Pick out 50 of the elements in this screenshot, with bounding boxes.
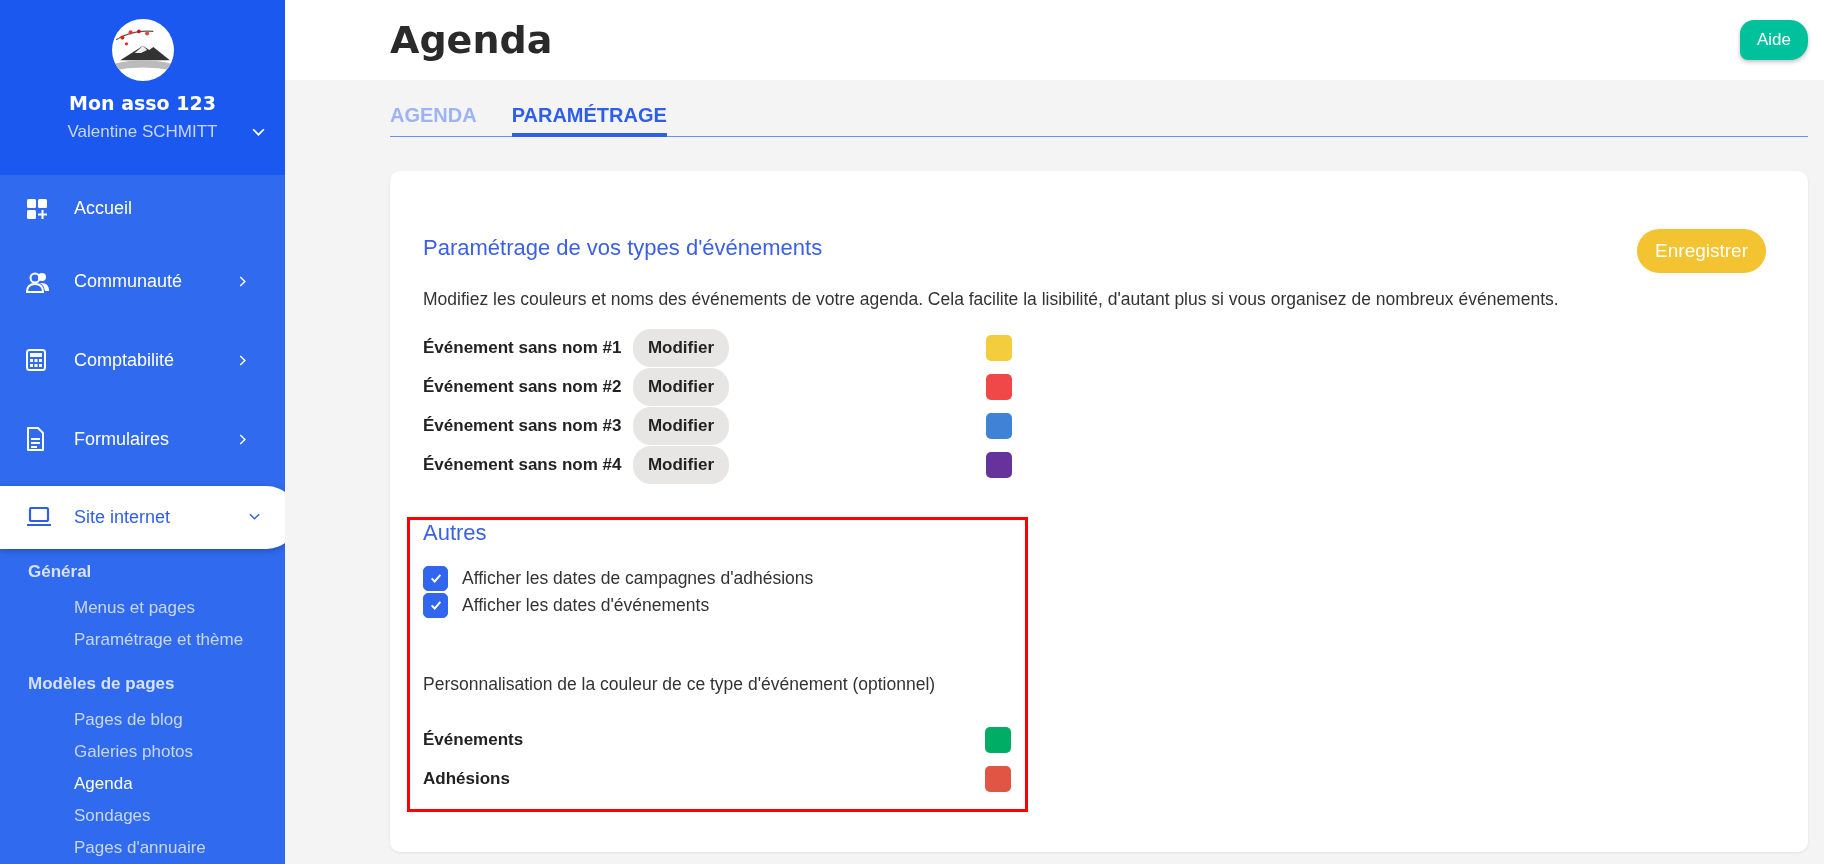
section-heading: Général: [27, 561, 93, 583]
hint-text: Personnalisation de la couleur de ce type d'événement (optionnel): [423, 673, 937, 695]
edit-button[interactable]: Modifier: [633, 406, 729, 445]
page-title: Agenda: [390, 18, 553, 62]
organization-name: Mon asso 123: [69, 92, 216, 114]
nav-item[interactable]: Site internet: [0, 485, 285, 549]
submenu-item[interactable]: Pages de blog: [0, 704, 285, 736]
event-type-name: Événement sans nom #1: [423, 337, 623, 358]
submenu-item[interactable]: Paramétrage et thème: [0, 624, 285, 656]
section-title: Autres: [423, 519, 488, 546]
edit-button[interactable]: Modifier: [633, 445, 729, 484]
checkbox[interactable]: [423, 565, 448, 591]
nav-item[interactable]: Comptabilité: [0, 321, 285, 400]
event-type-name: Événements: [423, 730, 524, 750]
people-icon: [26, 270, 50, 293]
nav-item[interactable]: Formulaires: [0, 399, 285, 479]
calculator-icon: [26, 349, 46, 372]
color-swatch[interactable]: [986, 451, 1012, 478]
submenu-item[interactable]: Menus et pages: [0, 592, 285, 624]
section-title: Paramétrage de vos types d'événements: [423, 234, 823, 261]
checkbox-label: Afficher les dates de campagnes d'adhésions: [462, 567, 814, 589]
nav-item[interactable]: Communauté: [0, 242, 285, 321]
submenu-item[interactable]: Sondages: [0, 800, 285, 832]
submenu-item[interactable]: Pages d'annuaire: [0, 832, 285, 864]
color-swatch[interactable]: [986, 412, 1012, 439]
document-icon: [26, 427, 44, 452]
event-type-name: Événement sans nom #4: [423, 454, 623, 475]
description-text: Modifiez les couleurs et noms des événements de votre agenda. Cela facilite la lisibilité, d'autant plus si vous organisez de nombreux événements.: [423, 288, 1560, 310]
edit-button[interactable]: Modifier: [633, 328, 729, 367]
color-swatch[interactable]: [986, 334, 1012, 361]
check-icon: [428, 598, 443, 612]
tab[interactable]: PARAMÉTRAGE: [511, 104, 667, 137]
color-swatch[interactable]: [985, 766, 1011, 792]
edit-button[interactable]: Modifier: [633, 367, 729, 406]
user-name: Valentine SCHMITT: [67, 122, 218, 142]
event-type-name: Événement sans nom #2: [423, 376, 623, 397]
color-swatch[interactable]: [985, 727, 1011, 753]
event-type-name: Adhésions: [423, 769, 510, 789]
laptop-icon: [26, 507, 52, 528]
check-icon: [428, 571, 443, 585]
chevron-down-icon[interactable]: [252, 127, 265, 137]
submenu-item[interactable]: Galeries photos: [0, 736, 285, 768]
grid-icon: [26, 197, 48, 220]
event-type-name: Événement sans nom #3: [423, 415, 623, 436]
checkbox-label: Afficher les dates d'événements: [462, 594, 710, 616]
checkbox[interactable]: [423, 592, 448, 618]
color-swatch[interactable]: [986, 373, 1012, 400]
nav-item[interactable]: Accueil: [0, 175, 285, 243]
submenu-item[interactable]: Agenda: [0, 768, 285, 800]
section-heading: Modèles de pages: [27, 673, 176, 695]
